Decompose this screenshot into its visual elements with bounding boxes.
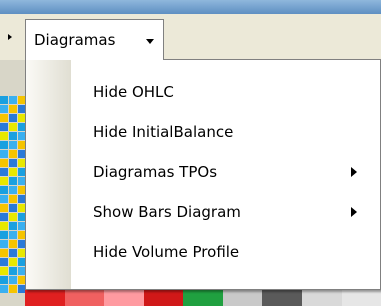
grid-cell [0, 231, 8, 239]
color-cell [183, 290, 223, 306]
grid-cell [9, 258, 17, 266]
chevron-down-icon [146, 39, 154, 44]
diagramas-dropdown-menu: Hide OHLC Hide InitialBalance Diagramas TP… [25, 59, 381, 290]
color-cell [143, 290, 184, 306]
grid-cell [9, 177, 17, 185]
grid-cell [0, 150, 8, 158]
grid-cell [0, 186, 8, 194]
grid-cell [9, 96, 17, 104]
menu-item-label: Hide OHLC [93, 83, 174, 101]
menu-item-label: Hide InitialBalance [93, 123, 234, 141]
grid-cell [9, 69, 17, 77]
grid-cell [0, 78, 8, 86]
grid-cell [0, 204, 8, 212]
menu-item[interactable]: Hide Volume Profile [71, 233, 379, 271]
color-cell [222, 290, 263, 306]
grid-cell [0, 168, 8, 176]
diagramas-menu-button[interactable]: Diagramas [25, 19, 164, 60]
window-title-bar [0, 0, 381, 14]
menu-icon-gutter [26, 60, 71, 289]
menu-item[interactable]: Hide InitialBalance [71, 113, 379, 151]
grid-cell [9, 150, 17, 158]
menu-item-label: Diagramas TPOs [93, 163, 218, 181]
grid-cell [0, 195, 8, 203]
overflow-left-arrow-icon[interactable] [8, 34, 12, 40]
grid-cell [0, 213, 8, 221]
menu-item[interactable]: Diagramas TPOs [71, 153, 379, 191]
grid-cell [9, 276, 17, 284]
grid-cell [0, 159, 8, 167]
grid-cell [0, 177, 8, 185]
submenu-arrow-icon [351, 207, 357, 217]
grid-cell [0, 96, 8, 104]
grid-cell [9, 204, 17, 212]
grid-cell [0, 249, 8, 257]
color-cell [64, 290, 105, 306]
menu-title: Diagramas [34, 31, 116, 49]
color-cell [25, 290, 65, 306]
color-cell [301, 290, 342, 306]
background-color-strip [25, 290, 381, 306]
grid-cell [9, 249, 17, 257]
grid-cell [9, 159, 17, 167]
grid-cell [0, 69, 8, 77]
color-cell [341, 290, 381, 306]
grid-cell [9, 141, 17, 149]
grid-cell [0, 258, 8, 266]
color-cell [262, 290, 302, 306]
grid-cell [9, 168, 17, 176]
grid-cell [9, 222, 17, 230]
background-grid [0, 60, 26, 306]
menu-item-label: Hide Volume Profile [93, 243, 240, 261]
grid-cell [9, 195, 17, 203]
grid-cell [0, 276, 8, 284]
grid-cell [0, 114, 8, 122]
grid-cell [0, 60, 8, 68]
grid-cell [0, 123, 8, 131]
grid-cell [9, 213, 17, 221]
grid-cell [9, 105, 17, 113]
grid-cell [0, 285, 8, 293]
grid-cell [9, 87, 17, 95]
grid-cell [0, 87, 8, 95]
grid-cell [9, 231, 17, 239]
grid-cell [9, 114, 17, 122]
grid-cell [9, 267, 17, 275]
grid-cell [9, 78, 17, 86]
grid-cell [0, 132, 8, 140]
grid-cell [0, 141, 8, 149]
grid-cell [0, 105, 8, 113]
grid-cell [0, 240, 8, 248]
grid-cell [9, 285, 17, 293]
menu-item-label: Show Bars Diagram [93, 203, 241, 221]
menu-item[interactable]: Show Bars Diagram [71, 193, 379, 231]
grid-cell [9, 240, 17, 248]
grid-cell [9, 132, 17, 140]
grid-cell [9, 123, 17, 131]
submenu-arrow-icon [351, 167, 357, 177]
grid-cell [9, 60, 17, 68]
grid-cell [0, 267, 8, 275]
menu-item[interactable]: Hide OHLC [71, 73, 379, 111]
grid-cell [9, 186, 17, 194]
color-cell [104, 290, 144, 306]
grid-cell [0, 222, 8, 230]
